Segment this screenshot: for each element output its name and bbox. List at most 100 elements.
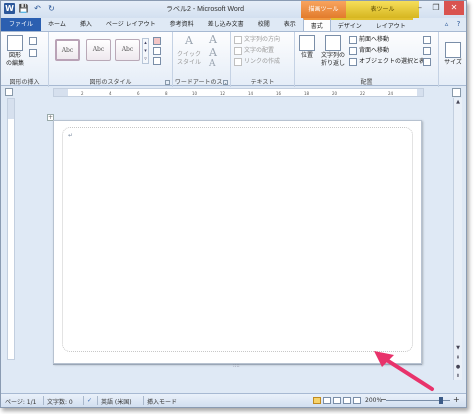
close-button[interactable]: ✕ [444, 1, 464, 15]
send-backward-button[interactable]: 背面へ移動 [349, 46, 389, 55]
save-button[interactable]: 💾 [18, 3, 29, 14]
previous-page-icon[interactable]: ⇞ [454, 354, 462, 362]
full-screen-reading-icon[interactable] [323, 397, 331, 404]
text-align-label: 文字の配置 [244, 47, 275, 54]
draft-view-icon[interactable] [353, 397, 361, 404]
group-objects-icon[interactable] [423, 46, 433, 55]
shape-outline-icon[interactable] [153, 46, 163, 55]
insert-mode-indicator[interactable]: 挿入モード [147, 397, 177, 406]
horizontal-ruler[interactable]: 2 4 6 8 10 12 14 16 18 20 22 24 [53, 88, 424, 97]
vertical-ruler[interactable] [7, 98, 15, 360]
vertical-scrollbar[interactable]: ▲ ▼ ⇞ ● ⇟ [453, 98, 462, 380]
bring-forward-button[interactable]: 前面へ移動 [349, 35, 389, 44]
text-direction-button[interactable]: 文字列の方向 [234, 35, 280, 44]
tab-mailings[interactable]: 差し込み文書 [201, 18, 251, 31]
group-wordart: A クイック スタイル A A A ワードアートのス... [173, 32, 231, 87]
group-insert-shapes: 図形 の編集 図形の挿入 [1, 32, 49, 87]
selection-pane-button[interactable]: オブジェクトの選択と表示 [349, 57, 431, 66]
proofing-icon[interactable]: ✓ [87, 397, 92, 404]
browse-object-icon[interactable]: ● [454, 363, 462, 371]
tab-layout[interactable]: レイアウト [368, 18, 413, 31]
edit-shape-icon [7, 35, 23, 51]
document-page[interactable]: ↵ [53, 120, 422, 364]
shape-style-2[interactable]: Abc [86, 39, 111, 61]
table-tools-context-label: 表ツール [346, 1, 419, 18]
text-align-button[interactable]: 文字の配置 [234, 46, 274, 55]
shape-styles-launcher[interactable] [165, 80, 170, 85]
ruler-tick: 14 [248, 91, 254, 96]
shape-style-3[interactable]: Abc [115, 39, 140, 61]
group-text: 文字列の方向 文字の配置 リンクの作成 テキスト [231, 32, 295, 87]
tab-design[interactable]: デザイン [330, 18, 369, 31]
page-count[interactable]: ページ: 1/1 [5, 397, 36, 406]
send-backward-label: 背面へ移動 [359, 47, 390, 54]
outline-view-icon[interactable] [343, 397, 351, 404]
text-outline-icon[interactable]: A [209, 46, 217, 59]
tab-file[interactable]: ファイル [1, 18, 42, 31]
label-cell[interactable] [62, 127, 413, 352]
paragraph-mark: ↵ [68, 132, 74, 139]
quick-access-toolbar: W 💾 ↶ ↻ [4, 3, 57, 14]
web-layout-icon[interactable] [333, 397, 341, 404]
scroll-down-icon[interactable]: ▼ [454, 344, 462, 352]
minimize-ribbon-icon[interactable]: ▵ [442, 20, 451, 29]
tab-review[interactable]: 校閲 [251, 18, 277, 31]
tab-references[interactable]: 参考資料 [163, 18, 201, 31]
text-direction-label: 文字列の方向 [244, 36, 281, 43]
wordart-launcher[interactable] [223, 80, 228, 85]
textbox-icon[interactable] [29, 48, 39, 57]
size-label: サイズ [444, 59, 462, 66]
rotate-icon[interactable] [423, 57, 433, 66]
create-link-button[interactable]: リンクの作成 [234, 57, 280, 66]
scroll-up-icon[interactable]: ▲ [454, 98, 462, 106]
tab-page-layout[interactable]: ページ レイアウト [99, 18, 163, 31]
tab-insert[interactable]: 挿入 [73, 18, 99, 31]
group-label-wordart: ワードアートのス... [174, 79, 229, 86]
word-app-icon[interactable]: W [4, 3, 15, 14]
language-indicator[interactable]: 英語 (米国) [101, 397, 132, 406]
undo-button[interactable]: ↶ [32, 3, 43, 14]
position-button[interactable]: 位置 [297, 35, 317, 60]
zoom-slider[interactable] [386, 397, 450, 404]
word-count[interactable]: 文字数: 0 [47, 397, 73, 406]
print-layout-view-icon[interactable] [313, 397, 321, 404]
tab-view[interactable]: 表示 [277, 18, 303, 31]
wrap-text-button[interactable]: 文字列の 折り返し [319, 35, 347, 68]
page-resize-grip[interactable]: :::: [233, 363, 240, 369]
wrap-text-label-1: 文字列の [320, 52, 345, 59]
align-icon[interactable] [423, 35, 433, 44]
group-shape-styles: Abc Abc Abc ▴ ▾ ▿ 図形のスタイル [49, 32, 173, 87]
minimize-button[interactable]: – [412, 1, 428, 15]
tabs-right-controls: ▵ ? [442, 20, 463, 29]
status-bar: ページ: 1/1 文字数: 0 ✓ 英語 (米国) 挿入モード 200% − + [1, 393, 466, 407]
help-icon[interactable]: ? [454, 20, 463, 29]
next-page-icon[interactable]: ⇟ [454, 372, 462, 380]
redo-button[interactable]: ↻ [46, 3, 57, 14]
status-divider [97, 396, 98, 405]
ribbon: 図形 の編集 図形の挿入 Abc Abc Abc ▴ ▾ ▿ 図形のスタイル A ク… [1, 31, 466, 87]
size-button[interactable]: サイズ [442, 42, 464, 67]
ruler-tick: 6 [137, 91, 140, 96]
zoom-in-button[interactable]: + [453, 395, 460, 404]
shape-fill-icon[interactable] [153, 36, 163, 45]
style-gallery-scroll[interactable]: ▴ ▾ ▿ [142, 38, 149, 64]
tab-format[interactable]: 書式 [302, 18, 331, 31]
view-ruler-toggle[interactable] [452, 88, 461, 97]
restore-button[interactable]: ❐ [428, 1, 444, 15]
ruler-tick: 20 [332, 91, 338, 96]
text-effects-icon[interactable]: A [209, 59, 216, 69]
zoom-slider-thumb[interactable] [438, 397, 443, 404]
tab-home[interactable]: ホーム [41, 18, 73, 31]
window-title: ラベル2 - Microsoft Word [166, 6, 245, 13]
shapes-gallery-icon[interactable] [29, 36, 39, 45]
quick-style-label-2: スタイル [177, 59, 202, 66]
window-controls: – ❐ ✕ [412, 1, 464, 15]
text-fill-icon[interactable]: A [209, 33, 217, 46]
ruler-tick: 16 [276, 91, 282, 96]
shape-effects-icon[interactable] [153, 56, 163, 65]
shape-style-1[interactable]: Abc [55, 39, 80, 61]
edit-shape-button[interactable]: 図形 の編集 [5, 35, 25, 68]
quick-style-label-1: クイック [177, 51, 202, 58]
quick-style-button[interactable]: A クイック スタイル [177, 35, 202, 67]
tab-selector[interactable] [5, 88, 13, 96]
